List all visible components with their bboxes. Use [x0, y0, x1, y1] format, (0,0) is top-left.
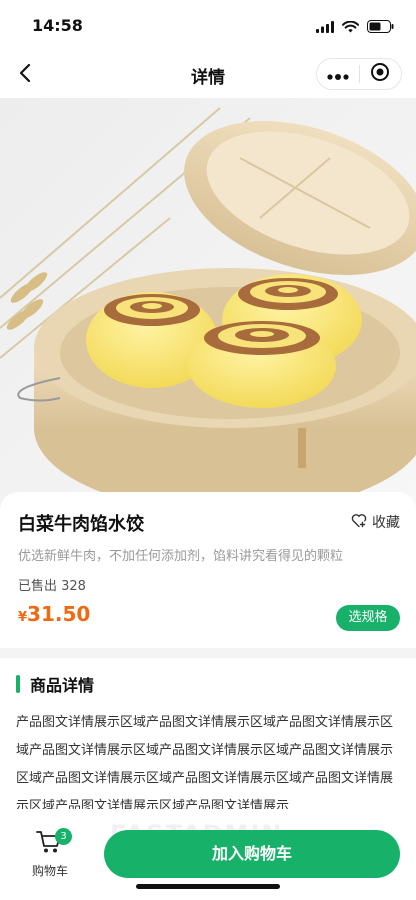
wifi-icon	[342, 18, 359, 37]
signal-icon	[316, 18, 334, 37]
battery-icon	[367, 18, 394, 37]
home-indicator	[136, 884, 280, 889]
currency-symbol: ¥	[18, 610, 28, 625]
section-divider	[0, 648, 416, 658]
cart-count-badge: 3	[55, 828, 72, 845]
add-to-cart-button[interactable]: 加入购物车	[104, 830, 400, 878]
sold-count: 已售出 328	[18, 579, 86, 594]
mini-program-capsule	[316, 58, 402, 90]
close-mini-program-button[interactable]	[360, 59, 401, 89]
price-value: 31.50	[27, 602, 91, 626]
product-info-card: 白菜牛肉馅水饺 收藏 优选新鲜牛肉，不加任何添加剂，馅料讲究看得见的颗粒 已售出…	[0, 492, 416, 648]
status-time: 14:58	[32, 16, 83, 35]
product-price: ¥31.50	[18, 602, 90, 626]
detail-header: 商品详情	[16, 672, 94, 696]
select-spec-button[interactable]: 选规格	[336, 605, 400, 631]
product-image	[0, 98, 416, 510]
nav-bar: 详情	[0, 52, 416, 98]
section-accent-bar	[16, 675, 20, 693]
product-name: 白菜牛肉馅水饺	[18, 514, 144, 535]
target-circle-icon	[370, 62, 390, 86]
favorite-button[interactable]: 收藏	[351, 512, 400, 532]
product-subtitle: 优选新鲜牛肉，不加任何添加剂，馅料讲究看得见的颗粒	[18, 549, 344, 564]
more-button[interactable]	[317, 59, 359, 89]
status-icons	[316, 18, 394, 37]
more-dots-icon	[327, 65, 349, 84]
detail-content: 产品图文详情展示区域产品图文详情展示区域产品图文详情展示区域产品图文详情展示区域…	[16, 715, 394, 809]
heart-plus-icon	[351, 513, 367, 532]
detail-title: 商品详情	[30, 676, 95, 695]
cart-button[interactable]: 3 购物车	[22, 828, 78, 882]
status-bar: 14:58	[0, 0, 416, 52]
favorite-label: 收藏	[372, 515, 400, 531]
cart-label: 购物车	[31, 864, 68, 878]
